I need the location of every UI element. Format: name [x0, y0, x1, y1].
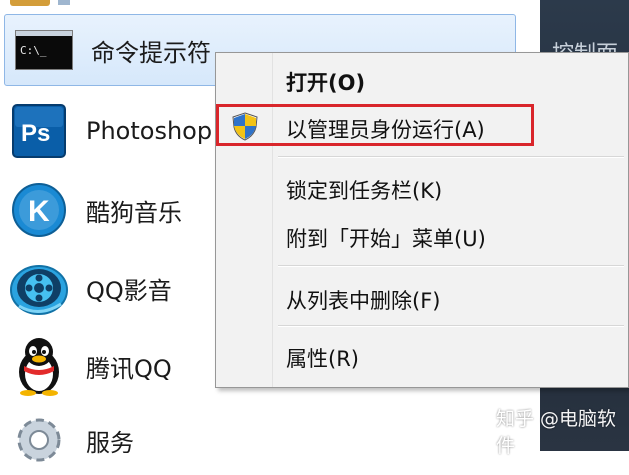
- menu-item-open[interactable]: 打开(O): [286, 67, 365, 97]
- qq-penguin-icon: [8, 338, 70, 396]
- menu-item-pin-start[interactable]: 附到「开始」菜单(U): [286, 223, 486, 253]
- context-menu: 打开(O) 以管理员身份运行(A) 锁定到任务栏(K) 附到「开始」菜单(U) …: [215, 52, 629, 388]
- program-label-qqplayer: QQ影音: [86, 276, 172, 305]
- partial-program-icon: [10, 0, 50, 6]
- zhihu-watermark: 知乎 @电脑软件: [496, 408, 617, 457]
- qqplayer-icon: [8, 260, 70, 316]
- kugou-icon-text: K: [28, 195, 50, 228]
- menu-item-properties[interactable]: 属性(R): [286, 343, 359, 373]
- menu-item-pin-taskbar[interactable]: 锁定到任务栏(K): [286, 175, 442, 205]
- partial-program-icon-detail: [58, 0, 70, 5]
- program-label-kugou: 酷狗音乐: [86, 198, 182, 227]
- menu-item-remove-from-list[interactable]: 从列表中删除(F): [286, 285, 440, 315]
- run-as-admin-highlight-box: [216, 104, 534, 146]
- cmd-icon: C:\_: [13, 22, 75, 78]
- program-label-services: 服务: [86, 428, 134, 457]
- program-label-qq: 腾讯QQ: [86, 354, 172, 383]
- menu-separator: [278, 156, 624, 158]
- photoshop-icon: Ps: [8, 103, 70, 159]
- services-gear-icon: [8, 412, 70, 468]
- photoshop-icon-text: Ps: [21, 120, 50, 147]
- cmd-icon-text: C:\_: [20, 44, 47, 57]
- menu-separator: [278, 265, 624, 267]
- program-label-cmd: 命令提示符: [91, 38, 211, 67]
- kugou-icon: K: [8, 182, 70, 238]
- program-item-services[interactable]: 服务: [0, 405, 520, 475]
- program-label-photoshop: Photoshop: [86, 117, 213, 145]
- menu-separator: [278, 325, 624, 327]
